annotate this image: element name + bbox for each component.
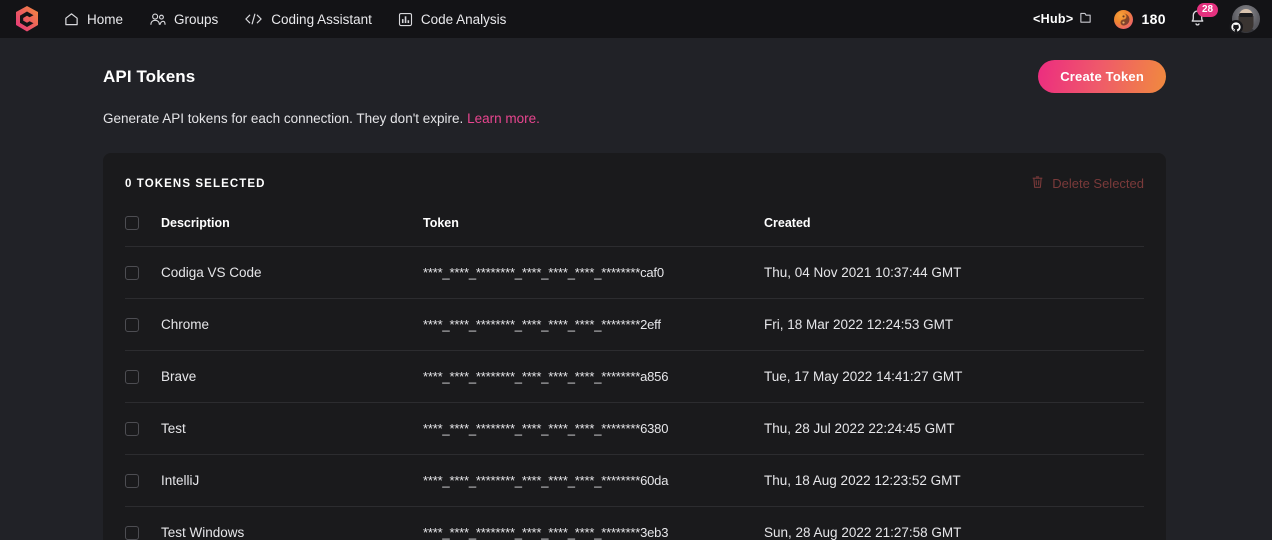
row-token: ****_****_********_****_****_****_******…	[423, 246, 764, 299]
tokens-table: Description Token Created Codiga VS Code…	[125, 206, 1144, 540]
row-select-cell	[125, 402, 161, 455]
notifications-button[interactable]: 28	[1188, 3, 1219, 32]
row-checkbox[interactable]	[125, 525, 139, 540]
user-avatar-button[interactable]	[1229, 5, 1260, 34]
row-description: Chrome	[161, 298, 423, 351]
column-header-token[interactable]: Token	[423, 206, 764, 247]
row-select-cell	[125, 506, 161, 540]
learn-more-link[interactable]: Learn more.	[467, 111, 540, 126]
row-token-mask: ****_****_********_****_****_****_******…	[423, 525, 669, 540]
codiga-hex-logo-icon[interactable]	[14, 6, 40, 32]
row-checkbox[interactable]	[125, 473, 139, 488]
row-description: Test Windows	[161, 506, 423, 540]
tokens-table-body: Codiga VS Code ****_****_********_****_**…	[125, 246, 1144, 540]
row-token-mask: ****_****_********_****_****_****_******…	[423, 369, 669, 384]
bar-chart-icon	[398, 12, 413, 27]
selected-count-label: 0 TOKENS SELECTED	[125, 177, 266, 190]
row-created: Thu, 28 Jul 2022 22:24:45 GMT	[764, 402, 1144, 455]
select-all-header-cell	[125, 206, 161, 247]
row-token: ****_****_********_****_****_****_******…	[423, 350, 764, 403]
row-checkbox[interactable]	[125, 421, 139, 436]
row-description: Test	[161, 402, 423, 455]
credits-amount: 180	[1141, 11, 1166, 27]
tokens-table-header-row: Description Token Created	[125, 206, 1144, 247]
row-checkbox[interactable]	[125, 369, 139, 384]
primary-nav-links: Home Groups Coding Assistant Code Analys…	[64, 12, 506, 27]
page-description-text: Generate API tokens for each connection.…	[103, 111, 464, 126]
select-all-checkbox[interactable]	[125, 216, 139, 230]
create-token-button[interactable]: Create Token	[1038, 60, 1166, 93]
hub-link[interactable]: <Hub>	[1033, 11, 1092, 27]
home-icon	[64, 12, 79, 27]
nav-item-groups-label: Groups	[174, 11, 219, 27]
row-token: ****_****_********_****_****_****_******…	[423, 402, 764, 455]
nav-item-code-analysis-label: Code Analysis	[420, 11, 507, 27]
tokens-card: 0 TOKENS SELECTED Delete Selected Descri…	[103, 153, 1166, 540]
row-token-mask: ****_****_********_****_****_****_******…	[423, 473, 669, 488]
row-created: Fri, 18 Mar 2022 12:24:53 GMT	[764, 298, 1144, 351]
row-token: ****_****_********_****_****_****_******…	[423, 454, 764, 507]
row-token: ****_****_********_****_****_****_******…	[423, 506, 764, 540]
row-token-mask: ****_****_********_****_****_****_******…	[423, 317, 661, 332]
row-token-mask: ****_****_********_****_****_****_******…	[423, 421, 669, 436]
hub-label: <Hub>	[1033, 12, 1074, 26]
notifications-badge: 28	[1197, 3, 1219, 17]
row-checkbox[interactable]	[125, 265, 139, 280]
row-select-cell	[125, 350, 161, 403]
table-row[interactable]: Brave ****_****_********_****_****_****_*…	[125, 350, 1144, 403]
github-icon	[1229, 20, 1243, 34]
table-row[interactable]: Codiga VS Code ****_****_********_****_**…	[125, 246, 1144, 299]
row-description: Codiga VS Code	[161, 246, 423, 299]
row-select-cell	[125, 246, 161, 299]
people-icon	[149, 12, 166, 27]
row-created: Sun, 28 Aug 2022 21:27:58 GMT	[764, 506, 1144, 540]
page-title: API Tokens	[103, 66, 196, 86]
nav-right-cluster: <Hub> 180 28	[1033, 0, 1260, 38]
nav-item-groups[interactable]: Groups	[149, 12, 218, 27]
table-row[interactable]: Chrome ****_****_********_****_****_****_…	[125, 298, 1144, 351]
row-created: Thu, 18 Aug 2022 12:23:52 GMT	[764, 454, 1144, 507]
nav-item-home[interactable]: Home	[64, 12, 123, 27]
trash-icon	[1031, 175, 1044, 192]
row-select-cell	[125, 298, 161, 351]
tokens-table-head: Description Token Created	[125, 206, 1144, 247]
page-body: API Tokens Create Token Generate API tok…	[0, 38, 1272, 540]
external-link-icon	[1079, 11, 1092, 27]
row-token: ****_****_********_****_****_****_******…	[423, 298, 764, 351]
delete-selected-label: Delete Selected	[1052, 176, 1144, 191]
table-row[interactable]: Test Windows ****_****_********_****_****…	[125, 506, 1144, 540]
bell-icon	[1188, 10, 1207, 32]
tokens-card-toolbar: 0 TOKENS SELECTED Delete Selected	[125, 153, 1144, 206]
row-created: Tue, 17 May 2022 14:41:27 GMT	[764, 350, 1144, 403]
column-header-created[interactable]: Created	[764, 206, 1144, 247]
credits-indicator[interactable]: 180	[1114, 9, 1166, 29]
table-row[interactable]: Test ****_****_********_****_****_****_**…	[125, 402, 1144, 455]
row-checkbox[interactable]	[125, 317, 139, 332]
row-description: Brave	[161, 350, 423, 403]
table-row[interactable]: IntelliJ ****_****_********_****_****_***…	[125, 454, 1144, 507]
nav-item-code-analysis[interactable]: Code Analysis	[398, 11, 507, 27]
row-token-mask: ****_****_********_****_****_****_******…	[423, 265, 664, 280]
top-navigation-bar: Home Groups Coding Assistant Code Analys…	[0, 0, 1272, 38]
nav-item-coding-assistant-label: Coding Assistant	[271, 11, 372, 27]
nav-item-coding-assistant[interactable]: Coding Assistant	[244, 12, 372, 27]
row-created: Thu, 04 Nov 2021 10:37:44 GMT	[764, 246, 1144, 299]
code-brackets-icon	[244, 12, 263, 26]
page-header-row: API Tokens Create Token	[0, 38, 1272, 93]
nav-item-home-label: Home	[87, 11, 124, 27]
row-select-cell	[125, 454, 161, 507]
page-description: Generate API tokens for each connection.…	[0, 93, 1272, 126]
coin-icon	[1114, 9, 1134, 29]
row-description: IntelliJ	[161, 454, 423, 507]
column-header-description[interactable]: Description	[161, 206, 423, 247]
delete-selected-button[interactable]: Delete Selected	[1031, 175, 1144, 192]
